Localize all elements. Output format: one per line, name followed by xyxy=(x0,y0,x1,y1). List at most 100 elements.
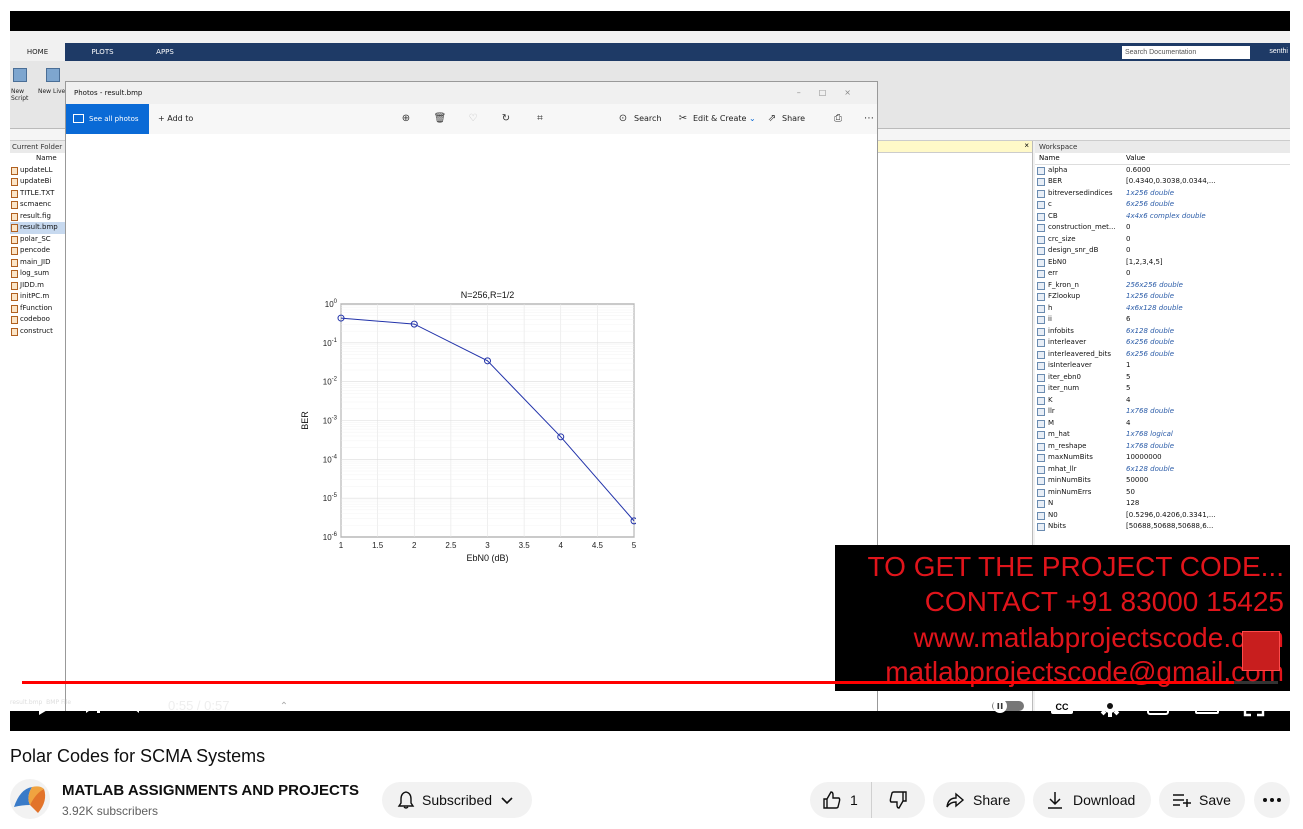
workspace-row[interactable]: infobits 6x128 double xyxy=(1035,326,1290,338)
matlab-search-input[interactable]: Search Documentation xyxy=(1122,46,1250,59)
matlab-tab-plots[interactable]: PLOTS xyxy=(80,43,125,61)
workspace-row[interactable]: iter_num 5 xyxy=(1035,383,1290,395)
workspace-row[interactable]: err 0 xyxy=(1035,268,1290,280)
workspace-row[interactable]: m_reshape 1x768 double xyxy=(1035,441,1290,453)
workspace-row[interactable]: M4 xyxy=(1035,418,1290,430)
play-button[interactable] xyxy=(32,691,60,721)
dislike-button[interactable] xyxy=(872,782,924,818)
folder-item[interactable]: polar_SC xyxy=(10,234,69,246)
folder-item[interactable]: result.bmp xyxy=(10,222,69,234)
workspace-row[interactable]: Nbits [50688,50688,50688,6... xyxy=(1035,521,1290,533)
workspace-row[interactable]: interleaver 6x256 double xyxy=(1035,337,1290,349)
window-controls[interactable]: –□× xyxy=(797,82,869,104)
workspace-row[interactable]: alpha 0.6000 xyxy=(1035,165,1290,177)
workspace-row[interactable]: F_kron_n 256x256 double xyxy=(1035,280,1290,292)
workspace-row[interactable]: maxNumBits 10000000 xyxy=(1035,452,1290,464)
channel-name[interactable]: MATLAB ASSIGNMENTS AND PROJECTS xyxy=(62,782,359,799)
share-button[interactable]: Share xyxy=(782,104,805,134)
folder-item[interactable]: TITLE.TXT xyxy=(10,188,69,200)
workspace-row[interactable]: minNumBits 50000 xyxy=(1035,475,1290,487)
workspace-row[interactable]: N 128 xyxy=(1035,498,1290,510)
print-icon[interactable]: ⎙ xyxy=(831,104,845,134)
workspace-row[interactable]: CB 4x4x6 complex double xyxy=(1035,211,1290,223)
new-script-icon[interactable] xyxy=(13,68,27,82)
theater-mode-button[interactable] xyxy=(1192,691,1222,721)
current-folder-header[interactable]: Name xyxy=(10,153,69,165)
svg-text:CC: CC xyxy=(1056,702,1069,712)
variable-name: llr xyxy=(1048,407,1055,415)
more-actions-button[interactable] xyxy=(1254,782,1290,818)
workspace-row[interactable]: design_snr_dB 0 xyxy=(1035,245,1290,257)
variable-icon xyxy=(1037,396,1045,405)
video-player[interactable]: HOME PLOTS APPS Search Documentation sen… xyxy=(10,11,1290,731)
folder-item[interactable]: fFunction xyxy=(10,303,69,315)
rotate-icon[interactable]: ↻ xyxy=(499,104,513,134)
workspace-row[interactable]: BER [0.4340,0.3038,0.0344,... xyxy=(1035,176,1290,188)
folder-item[interactable]: scmaenc xyxy=(10,199,69,211)
variable-icon xyxy=(1037,408,1045,416)
save-button[interactable]: Save xyxy=(1159,782,1245,818)
folder-item[interactable]: JIDD.m xyxy=(10,280,69,292)
chapter-chevron-icon[interactable]: ⌃ xyxy=(274,691,294,721)
channel-avatar[interactable] xyxy=(10,779,50,819)
edit-create-button[interactable]: Edit & Create ⌄ xyxy=(693,104,756,134)
workspace-row[interactable]: EbN0 [1,2,3,4,5] xyxy=(1035,257,1290,269)
matlab-tab-apps[interactable]: APPS xyxy=(145,43,185,61)
workspace-row[interactable]: h 4x6x128 double xyxy=(1035,303,1290,315)
progress-bar[interactable] xyxy=(22,681,1278,684)
settings-button[interactable] xyxy=(1096,691,1124,721)
autoplay-icon xyxy=(992,699,1024,713)
folder-item[interactable]: updateBi xyxy=(10,176,69,188)
workspace-row[interactable]: m_hat 1x768 logical xyxy=(1035,429,1290,441)
delete-icon[interactable]: 🗑 xyxy=(433,104,447,134)
workspace-col-value[interactable]: Value xyxy=(1126,153,1145,165)
share-button[interactable]: Share xyxy=(933,782,1025,818)
zoom-icon[interactable]: ⊕ xyxy=(399,104,413,134)
folder-item[interactable]: codeboo xyxy=(10,314,69,326)
workspace-col-name[interactable]: Name xyxy=(1039,153,1060,165)
workspace-row[interactable]: construction_met... 0 xyxy=(1035,222,1290,234)
new-live-script-icon[interactable] xyxy=(46,68,60,82)
more-icon[interactable]: ⋯ xyxy=(862,104,876,134)
folder-item[interactable]: construct xyxy=(10,326,69,338)
folder-item[interactable]: result.fig xyxy=(10,211,69,223)
x-tick-label: 2.5 xyxy=(445,541,457,550)
search-button[interactable]: Search xyxy=(634,104,661,134)
next-button[interactable] xyxy=(80,691,106,721)
workspace-row[interactable]: mhat_llr 6x128 double xyxy=(1035,464,1290,476)
workspace-row[interactable]: N0 [0.5296,0.4206,0.3341,... xyxy=(1035,510,1290,522)
autoplay-toggle[interactable] xyxy=(990,691,1026,721)
variable-value: 1x256 double xyxy=(1126,292,1175,300)
folder-item[interactable]: log_sum xyxy=(10,268,69,280)
workspace-row[interactable]: c 6x256 double xyxy=(1035,199,1290,211)
x-axis-label: EbN0 (dB) xyxy=(466,553,508,563)
folder-item[interactable]: main_JID xyxy=(10,257,69,269)
workspace-row[interactable]: iter_ebn0 5 xyxy=(1035,372,1290,384)
like-button[interactable]: 1 xyxy=(810,782,872,818)
subscribed-button[interactable]: Subscribed xyxy=(382,782,532,818)
favorite-icon[interactable]: ♡ xyxy=(466,104,480,134)
workspace-row[interactable]: FZlookup 1x256 double xyxy=(1035,291,1290,303)
crop-icon[interactable]: ⌗ xyxy=(533,104,547,134)
add-to-button[interactable]: + Add to xyxy=(158,104,193,134)
workspace-row[interactable]: bitreversedindices 1x256 double xyxy=(1035,188,1290,200)
miniplayer-button[interactable] xyxy=(1144,691,1172,721)
matlab-tab-home[interactable]: HOME xyxy=(10,43,65,61)
chevron-down-icon xyxy=(501,797,513,805)
workspace-row[interactable]: llr 1x768 double xyxy=(1035,406,1290,418)
video-frame[interactable]: HOME PLOTS APPS Search Documentation sen… xyxy=(10,11,1290,731)
workspace-row[interactable]: crc_size 0 xyxy=(1035,234,1290,246)
download-button[interactable]: Download xyxy=(1033,782,1151,818)
folder-item[interactable]: updateLL xyxy=(10,165,69,177)
workspace-row[interactable]: minNumErrs 50 xyxy=(1035,487,1290,499)
workspace-row[interactable]: ii 6 xyxy=(1035,314,1290,326)
see-all-photos-button[interactable]: See all photos xyxy=(66,104,149,134)
workspace-row[interactable]: interleavered_bits 6x256 double xyxy=(1035,349,1290,361)
workspace-row[interactable]: isInterleaver 1 xyxy=(1035,360,1290,372)
workspace-row[interactable]: K4 xyxy=(1035,395,1290,407)
volume-button[interactable] xyxy=(126,691,152,721)
folder-item[interactable]: pencode xyxy=(10,245,69,257)
fullscreen-button[interactable] xyxy=(1240,691,1268,721)
captions-button[interactable]: CC xyxy=(1048,691,1076,721)
folder-item[interactable]: initPC.m xyxy=(10,291,69,303)
